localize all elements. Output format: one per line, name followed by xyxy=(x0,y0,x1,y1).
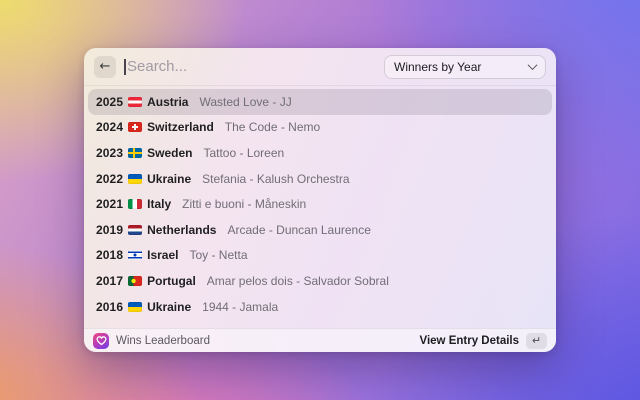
list-item[interactable]: 2018 Israel Toy - Netta xyxy=(88,243,552,269)
entry-song-artist: Arcade - Duncan Laurence xyxy=(227,223,370,237)
entry-country: Netherlands xyxy=(147,223,216,237)
search-header: ← Winners by Year xyxy=(84,48,556,86)
entry-country: Switzerland xyxy=(147,120,214,134)
entry-song-artist: Stefania - Kalush Orchestra xyxy=(202,172,349,186)
entry-year: 2019 xyxy=(96,223,123,237)
entry-year: 2025 xyxy=(96,95,123,109)
footer-bar: Wins Leaderboard View Entry Details ↵ xyxy=(84,328,556,352)
entry-country: Ukraine xyxy=(147,300,191,314)
list-item[interactable]: 2021 Italy Zitti e buoni - Måneskin xyxy=(88,191,552,217)
entry-song-artist: Toy - Netta xyxy=(189,248,247,262)
entry-country: Italy xyxy=(147,197,171,211)
list-item[interactable]: 2016 Ukraine 1944 - Jamala xyxy=(88,294,552,320)
heart-logo-icon xyxy=(93,333,109,349)
command-palette-window: ← Winners by Year 2025 Austria Wasted Lo… xyxy=(84,48,556,352)
back-button[interactable]: ← xyxy=(94,56,116,78)
italy-flag-icon xyxy=(128,199,142,209)
sweden-flag-icon xyxy=(128,148,142,158)
entry-song-artist: Tattoo - Loreen xyxy=(203,146,284,160)
austria-flag-icon xyxy=(128,97,142,107)
list-item[interactable]: 2017 Portugal Amar pelos dois - Salvador… xyxy=(88,268,552,294)
search-input[interactable] xyxy=(124,58,376,75)
entry-country: Sweden xyxy=(147,146,192,160)
netherlands-flag-icon xyxy=(128,225,142,235)
view-entry-details-button[interactable]: View Entry Details xyxy=(420,335,520,347)
results-list: 2025 Austria Wasted Love - JJ 2024 Switz… xyxy=(84,86,556,328)
mode-dropdown[interactable]: Winners by Year xyxy=(384,55,546,79)
chevron-down-icon xyxy=(528,60,538,70)
portugal-flag-icon xyxy=(128,276,142,286)
entry-year: 2021 xyxy=(96,197,123,211)
list-item[interactable]: 2023 Sweden Tattoo - Loreen xyxy=(88,140,552,166)
entry-year: 2018 xyxy=(96,248,123,262)
entry-song-artist: Wasted Love - JJ xyxy=(199,95,291,109)
entry-song-artist: 1944 - Jamala xyxy=(202,300,278,314)
text-caret xyxy=(124,59,126,75)
list-item[interactable]: 2022 Ukraine Stefania - Kalush Orchestra xyxy=(88,166,552,192)
entry-song-artist: The Code - Nemo xyxy=(225,120,320,134)
list-item[interactable]: 2024 Switzerland The Code - Nemo xyxy=(88,115,552,141)
list-item[interactable]: 2025 Austria Wasted Love - JJ xyxy=(88,89,552,115)
entry-year: 2024 xyxy=(96,120,123,134)
entry-country: Ukraine xyxy=(147,172,191,186)
mode-dropdown-label: Winners by Year xyxy=(394,60,481,74)
entry-year: 2016 xyxy=(96,300,123,314)
entry-year: 2023 xyxy=(96,146,123,160)
entry-year: 2017 xyxy=(96,274,123,288)
entry-country: Israel xyxy=(147,248,178,262)
ukraine-flag-icon xyxy=(128,174,142,184)
entry-country: Austria xyxy=(147,95,188,109)
ukraine-flag-icon xyxy=(128,302,142,312)
list-item[interactable]: 2019 Netherlands Arcade - Duncan Laurenc… xyxy=(88,217,552,243)
search-field-wrap xyxy=(124,58,376,75)
switzerland-flag-icon xyxy=(128,122,142,132)
entry-song-artist: Zitti e buoni - Måneskin xyxy=(182,197,306,211)
app-name-label: Wins Leaderboard xyxy=(116,335,413,347)
entry-song-artist: Amar pelos dois - Salvador Sobral xyxy=(207,274,389,288)
israel-flag-icon xyxy=(128,250,142,260)
entry-country: Portugal xyxy=(147,274,196,288)
entry-year: 2022 xyxy=(96,172,123,186)
return-key-icon[interactable]: ↵ xyxy=(526,333,547,349)
